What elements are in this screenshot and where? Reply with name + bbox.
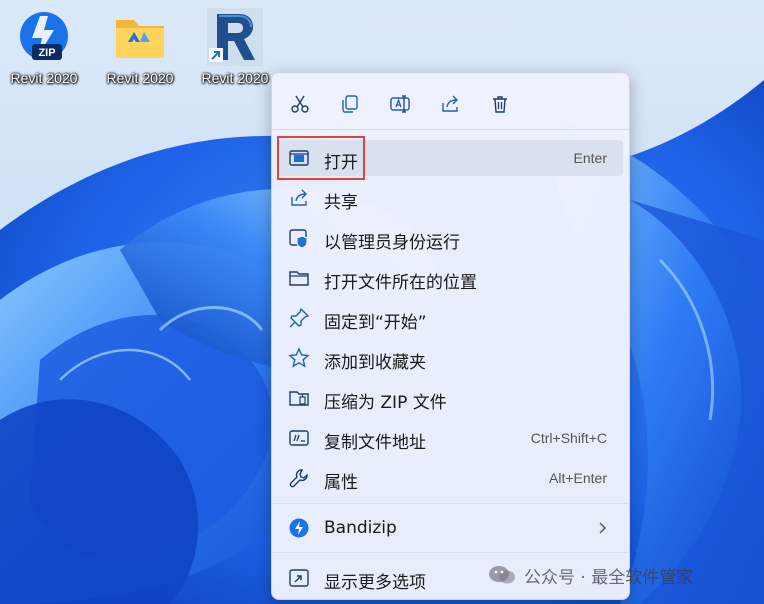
more-options-icon	[288, 567, 310, 589]
revit-shortcut-icon	[207, 8, 263, 66]
cut-button[interactable]	[284, 89, 316, 119]
share-icon	[442, 95, 458, 112]
separator	[272, 552, 629, 553]
menu-item-properties[interactable]: 属性 Alt+Enter	[278, 460, 623, 496]
menu-item-add-to-favorites[interactable]: 添加到收藏夹	[278, 340, 623, 376]
desktop-icon-zip[interactable]: ZIP Revit 2020	[2, 4, 86, 90]
rename-icon	[390, 95, 410, 113]
chevron-right-icon	[595, 520, 609, 536]
menu-item-shortcut: Alt+Enter	[549, 470, 607, 486]
svg-text:ZIP: ZIP	[38, 47, 55, 59]
desktop-icon-revit[interactable]: Revit 2020	[193, 4, 277, 90]
watermark-text: 公众号 · 最全软件管家	[524, 567, 694, 588]
delete-button[interactable]	[484, 89, 516, 119]
bandizip-icon	[288, 517, 310, 539]
menu-item-share[interactable]: 共享	[278, 180, 623, 216]
wechat-icon	[489, 566, 515, 584]
desktop-icon-label: Revit 2020	[10, 70, 78, 86]
pin-icon	[288, 307, 310, 329]
menu-item-bandizip[interactable]: Bandizip	[278, 510, 623, 546]
menu-item-compress-zip[interactable]: 压缩为 ZIP 文件	[278, 380, 623, 416]
menu-item-open-file-location[interactable]: 打开文件所在的位置	[278, 260, 623, 296]
menu-item-label: 属性	[324, 473, 358, 493]
quick-actions-bar	[272, 83, 631, 123]
trash-icon	[493, 96, 507, 113]
share-button[interactable]	[434, 89, 466, 119]
menu-item-label: 打开文件所在的位置	[324, 273, 477, 293]
zip-archive-icon: ZIP	[20, 12, 68, 60]
scissors-icon	[291, 95, 309, 113]
shield-icon	[288, 227, 310, 249]
copy-path-icon	[288, 427, 310, 449]
rename-button[interactable]	[384, 89, 416, 119]
share-icon	[288, 187, 310, 209]
menu-item-label: 共享	[324, 193, 358, 213]
desktop-icon-folder[interactable]: Revit 2020	[98, 4, 182, 90]
menu-item-label: 显示更多选项	[324, 573, 426, 593]
desktop: ZIP Revit 2020 Revit 2020 Revit 2020 打开 …	[0, 0, 764, 604]
menu-item-run-as-admin[interactable]: 以管理员身份运行	[278, 220, 623, 256]
watermark: 公众号 · 最全软件管家	[488, 561, 693, 589]
menu-item-label: 以管理员身份运行	[324, 233, 460, 253]
copy-icon	[342, 95, 358, 113]
menu-item-shortcut: Enter	[573, 150, 607, 166]
zip-folder-icon	[288, 387, 310, 409]
menu-item-label: Bandizip	[324, 518, 397, 538]
menu-item-label: 复制文件地址	[324, 433, 426, 453]
copy-button[interactable]	[334, 89, 366, 119]
separator	[272, 503, 629, 504]
menu-item-shortcut: Ctrl+Shift+C	[530, 430, 607, 446]
menu-item-label: 添加到收藏夹	[324, 353, 426, 373]
menu-item-label: 固定到“开始”	[324, 313, 427, 333]
separator	[272, 129, 629, 130]
menu-item-copy-as-path[interactable]: 复制文件地址 Ctrl+Shift+C	[278, 420, 623, 456]
menu-item-label: 压缩为 ZIP 文件	[324, 393, 447, 413]
folder-icon	[116, 20, 164, 58]
desktop-icon-label: Revit 2020	[201, 70, 269, 86]
folder-icon	[288, 267, 310, 289]
highlight-box	[277, 136, 365, 180]
menu-item-pin-to-start[interactable]: 固定到“开始”	[278, 300, 623, 336]
wrench-icon	[288, 467, 310, 489]
desktop-icon-label: Revit 2020	[106, 70, 174, 86]
star-icon	[288, 347, 310, 369]
